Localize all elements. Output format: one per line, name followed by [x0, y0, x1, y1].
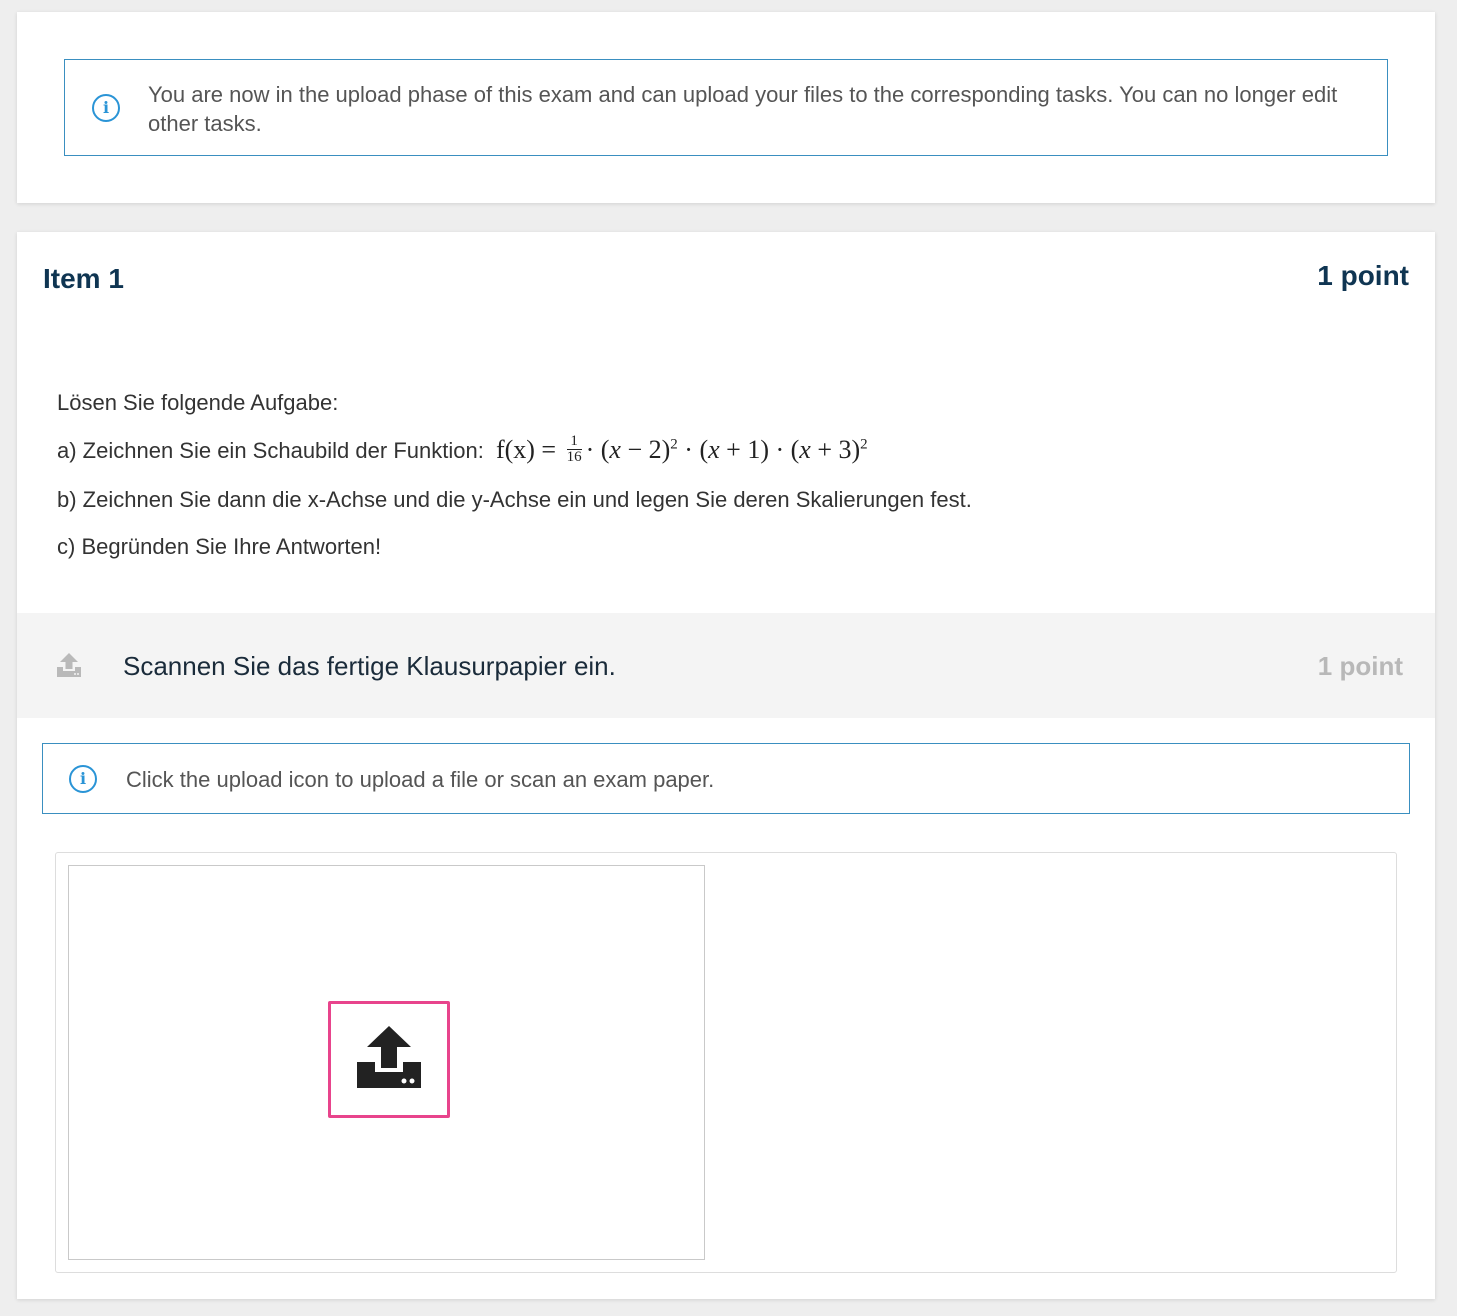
task-part-a: a) Zeichnen Sie ein Schaubild der Funkti…	[57, 432, 868, 468]
info-icon: i	[92, 94, 120, 122]
upload-phase-card: i You are now in the upload phase of thi…	[17, 12, 1435, 203]
item-title: Item 1	[43, 263, 124, 294]
task-part-a-label: a) Zeichnen Sie ein Schaubild der Funkti…	[57, 438, 484, 463]
upload-area	[55, 852, 1397, 1273]
upload-slot[interactable]	[68, 865, 705, 1260]
task-part-c: c) Begründen Sie Ihre Antworten!	[57, 534, 382, 559]
item-card: Item 1 1 point Lösen Sie folgende Aufgab…	[17, 232, 1435, 1299]
subtask-label: Scannen Sie das fertige Klausurpapier ei…	[123, 651, 616, 681]
upload-button[interactable]	[328, 1001, 450, 1118]
upload-phase-notice-text: You are now in the upload phase of this …	[148, 82, 1338, 136]
subtask-points: 1 point	[1317, 651, 1403, 681]
info-icon: i	[69, 765, 97, 793]
upload-instructions-notice: i Click the upload icon to upload a file…	[42, 743, 1410, 814]
subtask-header: Scannen Sie das fertige Klausurpapier ei…	[17, 613, 1435, 718]
upload-phase-notice: i You are now in the upload phase of thi…	[64, 59, 1388, 156]
item-points: 1 point	[1317, 260, 1409, 291]
upload-icon	[55, 651, 83, 684]
task-part-b: b) Zeichnen Sie dann die x-Achse und die…	[57, 487, 972, 512]
function-formula: f(x) = 1 16 · (x − 2)2 · (x + 1) · (x + 3)…	[495, 432, 868, 465]
upload-instructions-text: Click the upload icon to upload a file o…	[126, 767, 715, 792]
upload-icon	[355, 1024, 423, 1095]
task-intro: Lösen Sie folgende Aufgabe:	[57, 390, 339, 415]
